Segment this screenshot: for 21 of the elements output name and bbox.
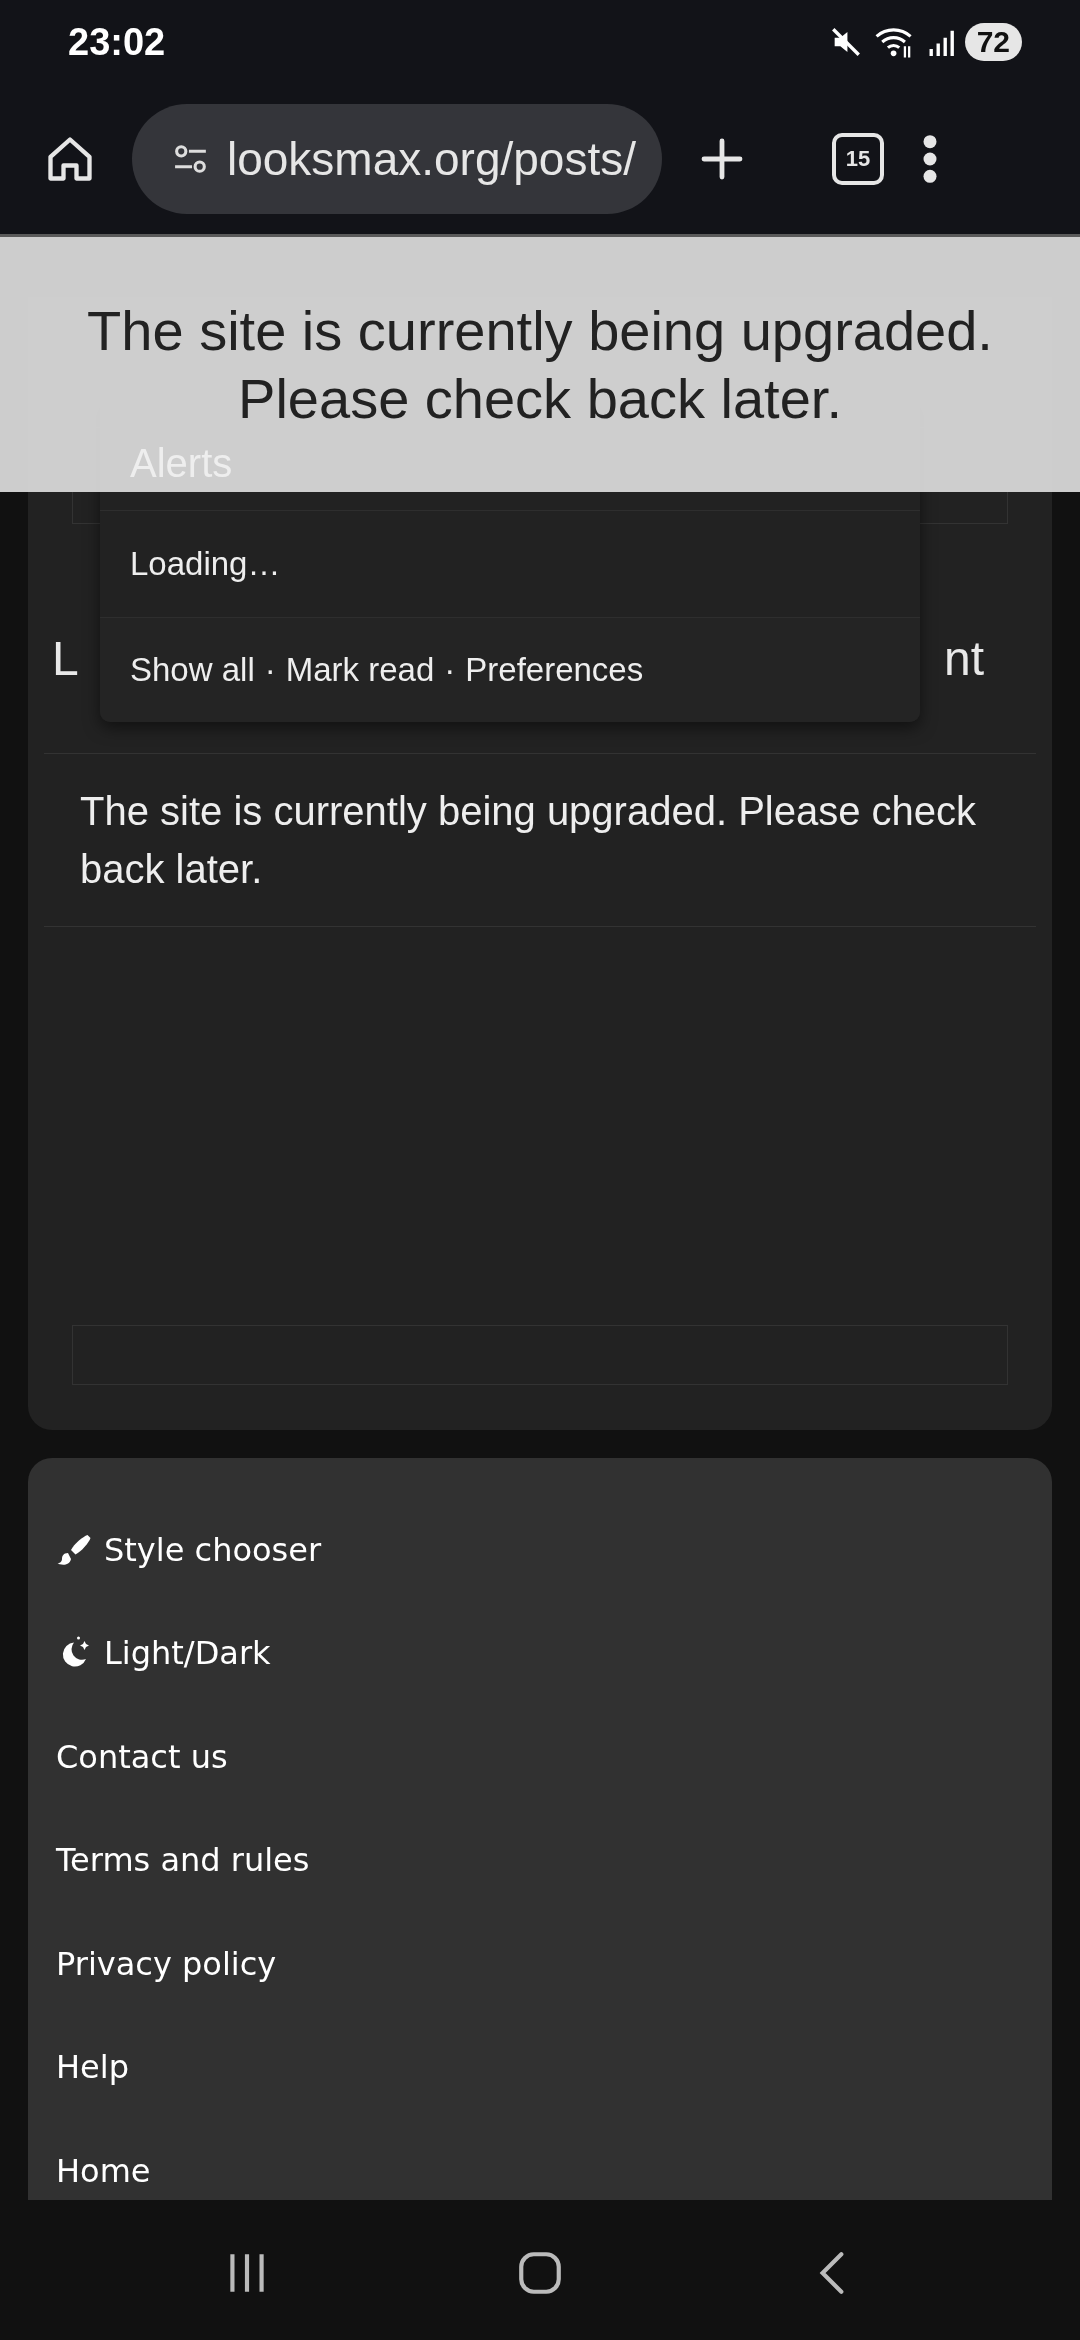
menu-link[interactable]: Preferences: [465, 651, 644, 689]
banner-text: The site is currently being upgraded. Please check back later.: [86, 297, 994, 432]
footer-link[interactable]: Help: [56, 2015, 129, 2119]
battery-level: 72: [964, 23, 1022, 61]
address-bar[interactable]: looksmax.org/posts/: [132, 104, 662, 214]
footer-link[interactable]: Style chooser: [56, 1498, 322, 1602]
message-text: The site is currently being upgraded. Please check back later.: [44, 754, 1036, 927]
footer-link[interactable]: Terms and rules: [56, 1808, 310, 1912]
footer-link[interactable]: Contact us: [56, 1705, 228, 1809]
footer-link[interactable]: Home: [56, 2119, 151, 2223]
menu-link[interactable]: Show all: [130, 651, 255, 689]
separator-dot: ·: [444, 651, 456, 689]
tab-switcher[interactable]: 15: [832, 133, 884, 185]
title-fragment: L: [52, 631, 79, 686]
url-text: looksmax.org/posts/: [226, 132, 636, 186]
title-fragment: nt: [943, 631, 984, 686]
separator-dot: ·: [264, 651, 276, 689]
footer-link[interactable]: Privacy policy: [56, 1912, 277, 2016]
status-time: 23:02: [68, 20, 166, 64]
menu-link[interactable]: Mark read: [285, 651, 435, 689]
footer-link[interactable]: Light/Dark: [56, 1601, 271, 1705]
